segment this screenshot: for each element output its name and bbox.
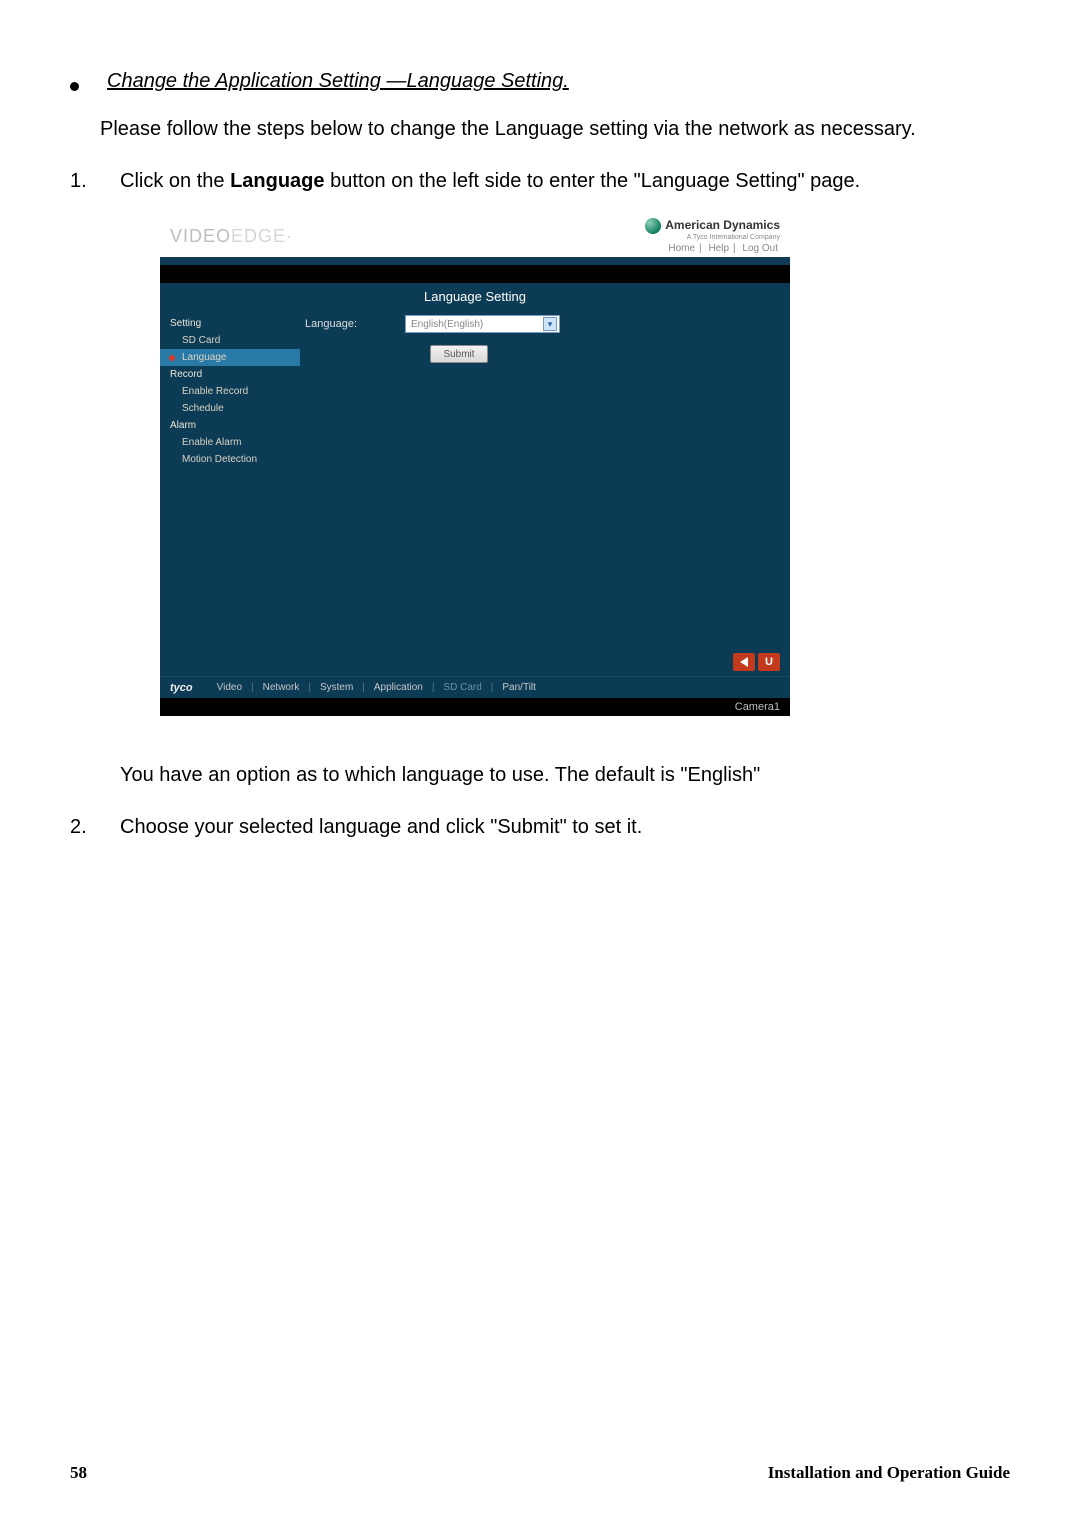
back-controls: U	[733, 653, 780, 671]
footer-link-system[interactable]: System	[320, 682, 353, 693]
header-bar	[160, 257, 790, 265]
footer-link-pantilt[interactable]: Pan/Tilt	[502, 682, 536, 693]
brand-name: American Dynamics	[665, 219, 780, 232]
sidebar-group-record: Record	[160, 366, 300, 383]
footer-nav: tyco Video| Network| System| Application…	[160, 676, 790, 698]
language-selected-value: English(English)	[411, 319, 483, 330]
camera-label: Camera1	[735, 701, 780, 713]
footer-link-sdcard[interactable]: SD Card	[443, 682, 481, 693]
brand-subtitle: A Tyco International Company	[645, 234, 780, 242]
footer-link-network[interactable]: Network	[263, 682, 300, 693]
link-logout[interactable]: Log Out	[742, 243, 778, 254]
step-2-number: 2.	[70, 813, 120, 841]
back-arrow-icon[interactable]	[733, 653, 755, 671]
sidebar-item-sdcard[interactable]: SD Card	[160, 332, 300, 349]
sidebar-group-setting: Setting	[160, 315, 300, 332]
step-2: 2. Choose your selected language and cli…	[70, 813, 1010, 841]
ui-stage: Language Setting Setting SD Card Languag…	[160, 283, 790, 676]
submit-button[interactable]: Submit	[430, 345, 488, 363]
ui-header: VIDEOEDGE· American Dynamics A Tyco Inte…	[160, 215, 790, 257]
post-para: You have an option as to which language …	[120, 761, 1010, 789]
sidebar-item-enable-alarm[interactable]: Enable Alarm	[160, 434, 300, 451]
section-heading: Change the Application Setting —Language…	[70, 70, 1010, 93]
language-label: Language:	[305, 318, 375, 330]
page-footer: 58 Installation and Operation Guide	[70, 1463, 1010, 1483]
step-1-text: Click on the Language button on the left…	[120, 167, 1010, 195]
globe-icon	[645, 218, 661, 234]
step-1: 1. Click on the Language button on the l…	[70, 167, 1010, 195]
form-area: Language: English(English) ▾ Submit	[300, 283, 790, 676]
embedded-ui-screenshot: VIDEOEDGE· American Dynamics A Tyco Inte…	[160, 215, 790, 716]
sidebar-item-language[interactable]: Language	[160, 349, 300, 366]
intro-paragraph: Please follow the steps below to change …	[100, 115, 1010, 143]
top-links: Home| Help| Log Out	[645, 243, 780, 254]
language-select[interactable]: English(English) ▾	[405, 315, 560, 333]
language-row: Language: English(English) ▾	[300, 315, 790, 333]
page-title: Installation and Operation Guide	[768, 1463, 1010, 1483]
footer-link-application[interactable]: Application	[374, 682, 423, 693]
link-home[interactable]: Home	[668, 243, 695, 254]
sidebar-item-enable-record[interactable]: Enable Record	[160, 383, 300, 400]
tyco-logo: tyco	[170, 682, 193, 694]
link-help[interactable]: Help	[708, 243, 729, 254]
heading-text: Change the Application Setting —Language…	[107, 70, 569, 93]
u-button[interactable]: U	[758, 653, 780, 671]
brand-block: American Dynamics A Tyco International C…	[645, 218, 780, 255]
chevron-down-icon: ▾	[543, 317, 557, 331]
step-2-text: Choose your selected language and click …	[120, 813, 1010, 841]
sidebar-item-schedule[interactable]: Schedule	[160, 400, 300, 417]
sidebar-item-motion-detection[interactable]: Motion Detection	[160, 451, 300, 468]
footer-link-video[interactable]: Video	[217, 682, 242, 693]
footer-strip: Camera1	[160, 698, 790, 716]
sidebar-group-alarm: Alarm	[160, 417, 300, 434]
page-number: 58	[70, 1463, 87, 1483]
stage-title: Language Setting	[160, 289, 790, 304]
bullet-icon	[70, 82, 79, 91]
header-gap	[160, 265, 790, 283]
step-1-number: 1.	[70, 167, 120, 195]
sidebar: Setting SD Card Language Record Enable R…	[160, 283, 300, 676]
videoedge-logo: VIDEOEDGE·	[170, 226, 293, 247]
